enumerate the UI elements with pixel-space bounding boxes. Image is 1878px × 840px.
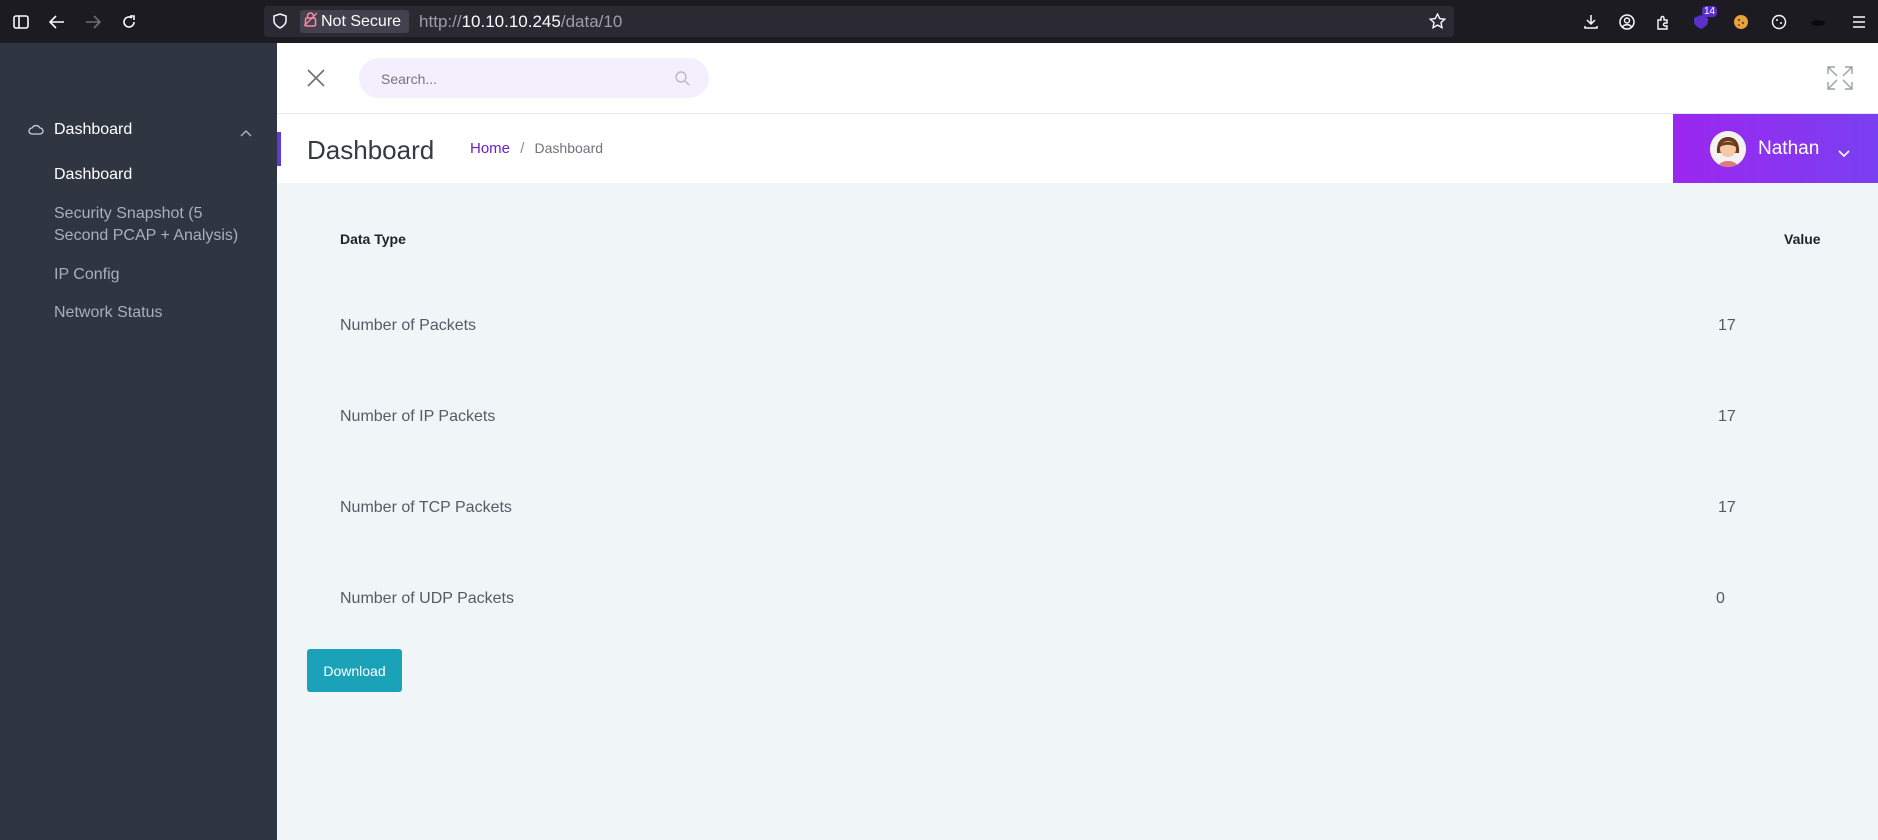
chevron-down-icon: [1838, 145, 1850, 163]
bookmark-star-icon[interactable]: [1428, 12, 1447, 34]
breadcrumb: Home / Dashboard: [470, 140, 603, 157]
sidebar-item-network-status[interactable]: Network Status: [54, 302, 162, 324]
row-label: Number of TCP Packets: [340, 499, 512, 516]
user-name: Nathan: [1758, 138, 1820, 159]
table-row: Number of Packets 17: [315, 274, 1845, 365]
account-icon[interactable]: [1616, 0, 1638, 43]
back-icon[interactable]: [46, 0, 68, 43]
row-label: Number of IP Packets: [340, 408, 496, 425]
sidebar-item-dashboard[interactable]: Dashboard: [54, 164, 132, 186]
cookie-manager-icon[interactable]: [1768, 0, 1790, 43]
reload-icon[interactable]: [118, 0, 140, 43]
search-input[interactable]: [379, 58, 663, 100]
sidebar: Dashboard Dashboard Security Snapshot (5…: [0, 43, 277, 840]
sidebar-item-ip-config[interactable]: IP Config: [54, 264, 120, 286]
sidebar-toggle-icon[interactable]: [10, 0, 32, 43]
sidebar-section-dashboard[interactable]: Dashboard: [28, 119, 258, 145]
search-icon[interactable]: [675, 71, 690, 91]
cookie-extension-icon[interactable]: [1730, 0, 1752, 43]
row-value: 17: [1718, 317, 1736, 334]
browser-toolbar: Not Secure http://10.10.10.245/data/10 1…: [0, 0, 1878, 43]
row-label: Number of UDP Packets: [340, 590, 514, 607]
fullscreen-icon[interactable]: [1827, 66, 1853, 95]
breadcrumb-separator: /: [520, 140, 525, 157]
not-secure-label: Not Secure: [321, 12, 402, 30]
close-icon[interactable]: [307, 69, 325, 92]
title-accent-bar: [277, 132, 281, 166]
table-header-value: Value: [1784, 231, 1821, 247]
table-header-data-type: Data Type: [340, 231, 406, 247]
lock-insecure-icon: [303, 11, 318, 32]
extensions-icon[interactable]: [1652, 0, 1674, 43]
shield-icon[interactable]: [273, 13, 287, 34]
breadcrumb-current: Dashboard: [534, 140, 604, 156]
user-menu[interactable]: Nathan: [1673, 114, 1878, 183]
download-button[interactable]: Download: [307, 649, 402, 692]
row-value: 17: [1718, 499, 1736, 516]
url-host: 10.10.10.245: [461, 11, 561, 31]
menu-icon[interactable]: [1848, 0, 1870, 43]
url-text[interactable]: http://10.10.10.245/data/10: [419, 12, 622, 32]
downloads-icon[interactable]: [1580, 0, 1602, 43]
url-path: /data/10: [560, 11, 623, 31]
cloud-icon: [28, 123, 44, 141]
page-title: Dashboard: [307, 135, 435, 165]
table-row: Number of UDP Packets 0: [315, 547, 1845, 638]
forward-icon[interactable]: [82, 0, 104, 43]
extension-shield-icon[interactable]: 14: [1688, 0, 1718, 43]
extension-badge: 14: [1702, 6, 1718, 17]
breadcrumb-home-link[interactable]: Home: [470, 140, 510, 157]
main-content: Data Type Value Number of Packets 17 Num…: [277, 183, 1878, 840]
row-value: 17: [1718, 408, 1736, 425]
extension-dark-icon[interactable]: [1806, 0, 1830, 43]
sidebar-section-label: Dashboard: [54, 121, 133, 138]
url-scheme: http://: [419, 11, 462, 31]
topbar: [277, 43, 1878, 114]
not-secure-badge[interactable]: Not Secure: [300, 10, 410, 33]
search-box: [359, 58, 709, 100]
table-row: Number of IP Packets 17: [315, 365, 1845, 456]
page-header: Dashboard Home / Dashboard Nathan: [277, 114, 1878, 183]
avatar: [1710, 131, 1746, 167]
table-row: Number of TCP Packets 17: [315, 456, 1845, 547]
sidebar-item-security-snapshot[interactable]: Security Snapshot (5 Second PCAP + Analy…: [54, 203, 254, 247]
address-bar[interactable]: Not Secure http://10.10.10.245/data/10: [264, 6, 1454, 37]
row-value: 0: [1716, 590, 1725, 607]
chevron-up-icon: [240, 124, 252, 142]
row-label: Number of Packets: [340, 317, 477, 334]
